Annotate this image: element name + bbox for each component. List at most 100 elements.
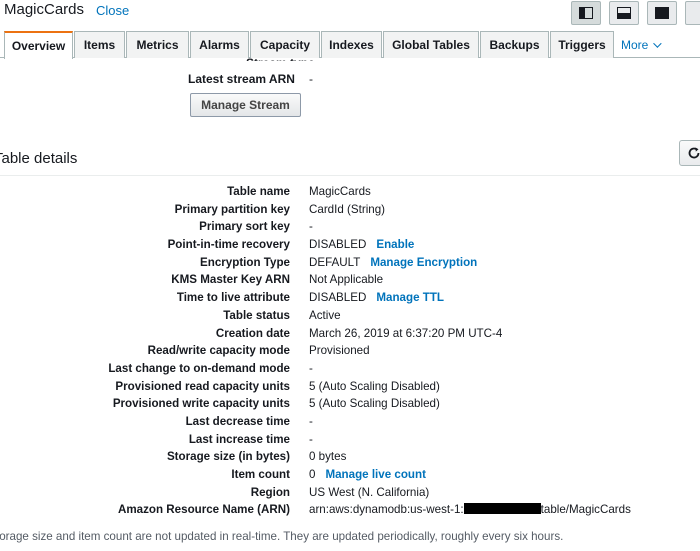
detail-row: Storage size (in bytes) 0 bytes [0,448,700,466]
detail-label: KMS Master Key ARN [171,273,290,287]
top-bar: MagicCards Close [0,0,700,25]
detail-action-link[interactable]: Manage TTL [376,291,444,304]
detail-label: Storage size (in bytes) [166,450,290,464]
detail-label: Table status [223,308,290,322]
detail-row: Region US West (N. California) [0,484,700,502]
detail-value-text: MagicCards [309,185,371,198]
detail-row: Table status Active [0,307,700,325]
detail-value: DISABLED Enable [309,236,414,254]
detail-value: 5 (Auto Scaling Disabled) [309,378,440,396]
footnote: torage size and item count are not updat… [0,530,564,543]
detail-label: Encryption Type [200,255,290,269]
detail-value: - [309,431,313,449]
detail-label: Last increase time [188,432,290,446]
detail-value: Active [309,307,341,325]
detail-value: arn:aws:dynamodb:us-west-1: table/MagicCa… [309,501,631,519]
full-view-icon [655,7,669,19]
tab-backups[interactable]: Backups [480,31,549,58]
detail-label: Table name [227,185,290,198]
detail-label: Item count [231,468,290,481]
detail-row: Table name MagicCards [0,183,700,201]
detail-label: Primary sort key [199,220,290,234]
detail-label: Last decrease time [185,414,290,428]
detail-row: Last decrease time - [0,413,700,431]
tab-metrics[interactable]: Metrics [126,31,189,58]
redacted-account-id [463,503,541,515]
detail-row: Provisioned write capacity units 5 (Auto … [0,395,700,413]
detail-value: 0 Manage live count [309,466,426,484]
detail-action-link[interactable]: Enable [376,238,414,251]
refresh-button[interactable] [679,140,700,166]
section-divider [0,175,700,176]
detail-value: DISABLED Manage TTL [309,289,444,307]
tab-more-label: More [621,37,649,52]
detail-value-text: - [309,432,313,446]
detail-value-text: March 26, 2019 at 6:37:20 PM UTC-4 [309,326,503,340]
detail-value: - [309,218,313,236]
detail-value-text: 5 (Auto Scaling Disabled) [309,397,440,411]
tab-alarms[interactable]: Alarms [190,31,249,58]
detail-label: Provisioned read capacity units [115,379,290,393]
latest-stream-arn-value: - [309,72,313,86]
tab-bar: Overview Items Metrics Alarms Capacity I… [0,31,700,59]
detail-value: 5 (Auto Scaling Disabled) [309,395,440,413]
close-link[interactable]: Close [96,3,129,18]
detail-row: KMS Master Key ARN Not Applicable [0,271,700,289]
split-vertical-icon [579,7,593,19]
detail-value: US West (N. California) [309,484,429,502]
detail-row: Provisioned read capacity units 5 (Auto S… [0,378,700,396]
layout-split-vertical-button[interactable] [571,1,601,25]
detail-row: Primary sort key - [0,218,700,236]
detail-value-text: CardId (String) [309,202,386,216]
detail-row: Creation date March 26, 2019 at 6:37:20 P… [0,325,700,343]
detail-value-text: 5 (Auto Scaling Disabled) [309,379,440,393]
detail-value-text: DISABLED [309,291,367,305]
detail-row: Amazon Resource Name (ARN) arn:aws:dynamo… [0,501,700,519]
detail-action-link[interactable]: Manage Encryption [370,256,477,269]
detail-label: Time to live attribute [176,291,290,305]
tab-overview[interactable]: Overview [4,31,73,59]
tab-indexes[interactable]: Indexes [321,31,382,58]
detail-value: - [309,413,313,431]
layout-full-button[interactable] [647,1,677,25]
detail-row: Item count 0 Manage live count [0,466,700,484]
detail-value-text: DISABLED [309,238,367,252]
detail-value-text: - [309,414,313,428]
layout-extra-button[interactable] [685,1,700,25]
table-details-list: Table name MagicCards Primary partition ke… [0,183,700,519]
section-title: Table details [0,150,78,167]
detail-label: Provisioned write capacity units [112,397,290,411]
detail-value-text: 0 [309,468,316,481]
detail-value-text: DEFAULT [309,255,361,269]
detail-label: Read/write capacity mode [147,344,290,358]
stream-type-label: Stream type [246,56,315,61]
detail-label: Point-in-time recovery [167,238,290,252]
detail-value: Not Applicable [309,271,383,289]
detail-value-text: Not Applicable [309,273,384,287]
latest-stream-arn-label: Latest stream ARN [188,72,295,86]
detail-action-link[interactable]: Manage live count [325,468,426,481]
detail-row: Last change to on-demand mode - [0,360,700,378]
detail-value: MagicCards [309,183,371,201]
detail-value-text: US West (N. California) [309,485,430,499]
split-horizontal-icon [617,7,631,19]
detail-value: 0 bytes [309,448,346,466]
detail-value-text: Active [309,308,341,322]
detail-value: DEFAULT Manage Encryption [309,254,477,272]
detail-value-text: 0 bytes [309,450,347,464]
detail-label: Last change to on-demand mode [108,361,290,375]
layout-split-horizontal-button[interactable] [609,1,639,25]
detail-value: Provisioned [309,342,370,360]
detail-label: Creation date [215,326,290,340]
tab-triggers[interactable]: Triggers [550,31,614,58]
detail-value-suffix: table/MagicCards [540,503,631,517]
detail-label: Primary partition key [174,202,290,216]
tab-capacity[interactable]: Capacity [250,31,320,58]
manage-stream-button[interactable]: Manage Stream [190,93,301,117]
refresh-icon [688,147,700,159]
tab-global-tables[interactable]: Global Tables [383,31,479,58]
tab-items[interactable]: Items [74,31,125,58]
tab-more[interactable]: More [615,31,695,58]
detail-row: Time to live attribute DISABLED Manage TTL [0,289,700,307]
detail-value: CardId (String) [309,201,385,219]
